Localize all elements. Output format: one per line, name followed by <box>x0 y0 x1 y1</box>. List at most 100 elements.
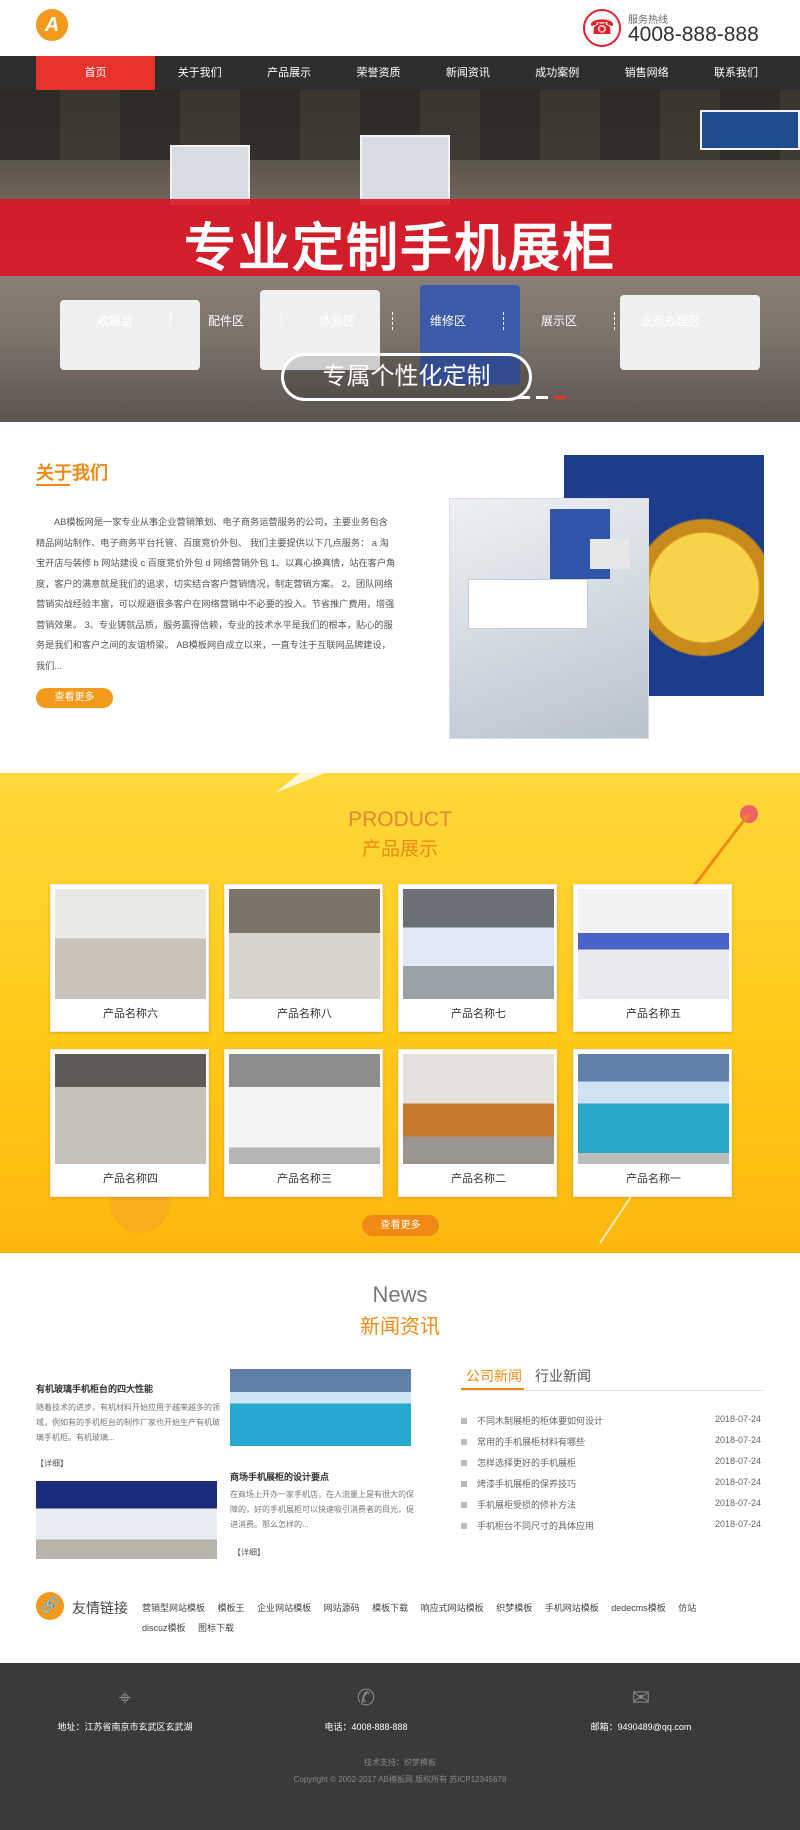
product-card[interactable]: 产品名称四 <box>50 1049 209 1197</box>
site-footer: ⌖ ✆ ✉ 地址：江苏省南京市玄武区玄武湖 电话：4008-888-888 邮箱… <box>0 1663 800 1830</box>
product-name: 产品名称八 <box>277 1008 332 1020</box>
news-list-item[interactable]: 手机展柜受损的修补方法 2018-07-24 <box>461 1497 761 1518</box>
nav-item-products[interactable]: 产品展示 <box>244 56 333 90</box>
news-feature-image[interactable] <box>230 1369 411 1446</box>
product-title-en: PRODUCT <box>348 808 452 831</box>
tab-company-news[interactable]: 公司新闻 <box>466 1366 522 1386</box>
news-feature-detail-link[interactable]: 【详细】 <box>36 1458 68 1469</box>
friend-link[interactable]: 图标下载 <box>198 1623 234 1633</box>
banner-zone: 业务办理区 <box>640 314 701 328</box>
friend-link[interactable]: 模板王 <box>218 1603 245 1613</box>
banner-zones: 收银台 配件区 体验区 维修区 展示区 业务办理区 <box>60 312 760 330</box>
nav-item-sales-network[interactable]: 销售网络 <box>602 56 691 90</box>
news-list-date: 2018-07-24 <box>714 1477 761 1487</box>
news-list-title: 不同木制展柜的柜体要如何设计 <box>477 1416 604 1426</box>
news-list-item[interactable]: 烤漆手机展柜的保养技巧 2018-07-24 <box>461 1476 761 1497</box>
friend-link[interactable]: discuz模板 <box>142 1623 186 1633</box>
footer-tech-support[interactable]: 技术支持：织梦模板 <box>0 1757 800 1768</box>
friend-link[interactable]: 网站源码 <box>324 1603 360 1613</box>
phone-icon: ☎ <box>583 9 621 47</box>
product-more-button[interactable]: 查看更多 <box>362 1215 439 1236</box>
news-list-title: 手机柜台不同尺寸的具体应用 <box>477 1521 595 1531</box>
carousel-dot[interactable] <box>536 396 548 399</box>
product-image <box>403 889 554 999</box>
news-title-en: News <box>372 1282 428 1307</box>
links-title: 友情链接 <box>72 1600 128 1616</box>
main-nav: 首页 关于我们 产品展示 荣誉资质 新闻资讯 成功案例 销售网络 联系我们 <box>0 56 800 90</box>
footer-copyright: Copyright © 2002-2017 AB模板网 版权所有 苏ICP123… <box>293 1775 507 1784</box>
news-list-date: 2018-07-24 <box>714 1519 761 1529</box>
product-image <box>55 1054 206 1164</box>
news-list-item[interactable]: 手机柜台不同尺寸的具体应用 2018-07-24 <box>461 1518 761 1539</box>
news-list-title: 怎样选择更好的手机展柜 <box>477 1458 577 1468</box>
product-name: 产品名称四 <box>103 1173 158 1185</box>
product-card[interactable]: 产品名称一 <box>573 1049 732 1197</box>
news-title-cn: 新闻资讯 <box>360 1316 440 1338</box>
footer-phone: 电话：4008-888-888 <box>324 1722 408 1732</box>
link-icon: 🔗 <box>36 1592 64 1620</box>
news-tab-active-underline <box>461 1388 524 1390</box>
bullet-icon <box>461 1418 467 1424</box>
news-feature-title[interactable]: 有机玻璃手机柜台的四大性能 <box>36 1382 153 1395</box>
site-logo[interactable]: A <box>36 9 68 41</box>
nav-item-honors[interactable]: 荣誉资质 <box>334 56 423 90</box>
news-list-item[interactable]: 怎样选择更好的手机展柜 2018-07-24 <box>461 1455 761 1476</box>
product-card[interactable]: 产品名称五 <box>573 884 732 1032</box>
friend-link[interactable]: 营销型网站模板 <box>142 1603 205 1613</box>
product-card[interactable]: 产品名称六 <box>50 884 209 1032</box>
friend-link[interactable]: 企业网站模板 <box>257 1603 311 1613</box>
banner-zone: 配件区 <box>171 312 282 330</box>
tab-industry-news[interactable]: 行业新闻 <box>535 1366 591 1386</box>
product-image <box>403 1054 554 1164</box>
carousel-dot-active[interactable] <box>554 396 566 399</box>
nav-item-news[interactable]: 新闻资讯 <box>423 56 512 90</box>
news-list-item[interactable]: 不同木制展柜的柜体要如何设计 2018-07-24 <box>461 1413 761 1434</box>
about-title-underline <box>36 484 70 486</box>
news-list-item[interactable]: 常用的手机展柜材料有哪些 2018-07-24 <box>461 1434 761 1455</box>
hotline-number: 4008-888-888 <box>628 23 759 46</box>
friend-link[interactable]: dedecms模板 <box>611 1603 666 1613</box>
product-name: 产品名称六 <box>103 1008 158 1020</box>
banner-title: 专业定制手机展柜 <box>183 220 616 278</box>
news-feature-detail-link[interactable]: 【详细】 <box>233 1547 265 1558</box>
nav-item-about[interactable]: 关于我们 <box>155 56 244 90</box>
news-list-title: 常用的手机展柜材料有哪些 <box>477 1437 586 1447</box>
nav-item-contact[interactable]: 联系我们 <box>691 56 780 90</box>
footer-email[interactable]: 邮箱：9490489@qq.com <box>531 1720 751 1733</box>
friend-link[interactable]: 织梦模板 <box>496 1603 532 1613</box>
product-card[interactable]: 产品名称三 <box>224 1049 383 1197</box>
product-name: 产品名称五 <box>626 1008 681 1020</box>
about-image-showroom <box>449 498 649 739</box>
about-more-button[interactable]: 查看更多 <box>36 688 113 708</box>
product-name: 产品名称七 <box>451 1008 506 1020</box>
banner-custom-button[interactable]: 专属个性化定制 <box>281 353 532 401</box>
mail-icon: ✉ <box>631 1685 651 1710</box>
product-image <box>578 889 729 999</box>
news-feature-image[interactable] <box>36 1481 217 1559</box>
product-card[interactable]: 产品名称二 <box>398 1049 557 1197</box>
bullet-icon <box>461 1460 467 1466</box>
location-icon: ⌖ <box>118 1685 132 1710</box>
bullet-icon <box>461 1523 467 1529</box>
product-image <box>578 1054 729 1164</box>
friend-link[interactable]: 仿站 <box>678 1603 696 1613</box>
nav-item-home[interactable]: 首页 <box>36 56 155 90</box>
carousel-dot[interactable] <box>518 396 530 399</box>
product-card[interactable]: 产品名称七 <box>398 884 557 1032</box>
bullet-icon <box>461 1481 467 1487</box>
news-list-title: 烤漆手机展柜的保养技巧 <box>477 1479 577 1489</box>
news-feature-title[interactable]: 商场手机展柜的设计要点 <box>230 1470 329 1483</box>
news-feature-summary: 在商场上开办一家手机店，在人流量上是有很大的保障的，好的手机展柜可以快速吸引消费… <box>230 1490 414 1529</box>
product-name: 产品名称一 <box>626 1173 681 1185</box>
bullet-icon <box>461 1502 467 1508</box>
friend-link[interactable]: 模板下载 <box>372 1603 408 1613</box>
banner-store-sign <box>170 145 250 205</box>
product-card[interactable]: 产品名称八 <box>224 884 383 1032</box>
hero-banner[interactable]: 专业定制手机展柜 收银台 配件区 体验区 维修区 展示区 业务办理区 专属个性化… <box>0 90 800 422</box>
friend-link[interactable]: 响应式网站模板 <box>421 1603 484 1613</box>
product-name: 产品名称三 <box>277 1173 332 1185</box>
friend-link[interactable]: 手机网站模板 <box>545 1603 599 1613</box>
news-list-date: 2018-07-24 <box>714 1414 761 1424</box>
nav-item-cases[interactable]: 成功案例 <box>513 56 602 90</box>
news-feature-summary: 随着技术的进步，有机材料开始应用于越来越多的领域，例如有的手机柜台的制作厂家也开… <box>36 1403 220 1442</box>
